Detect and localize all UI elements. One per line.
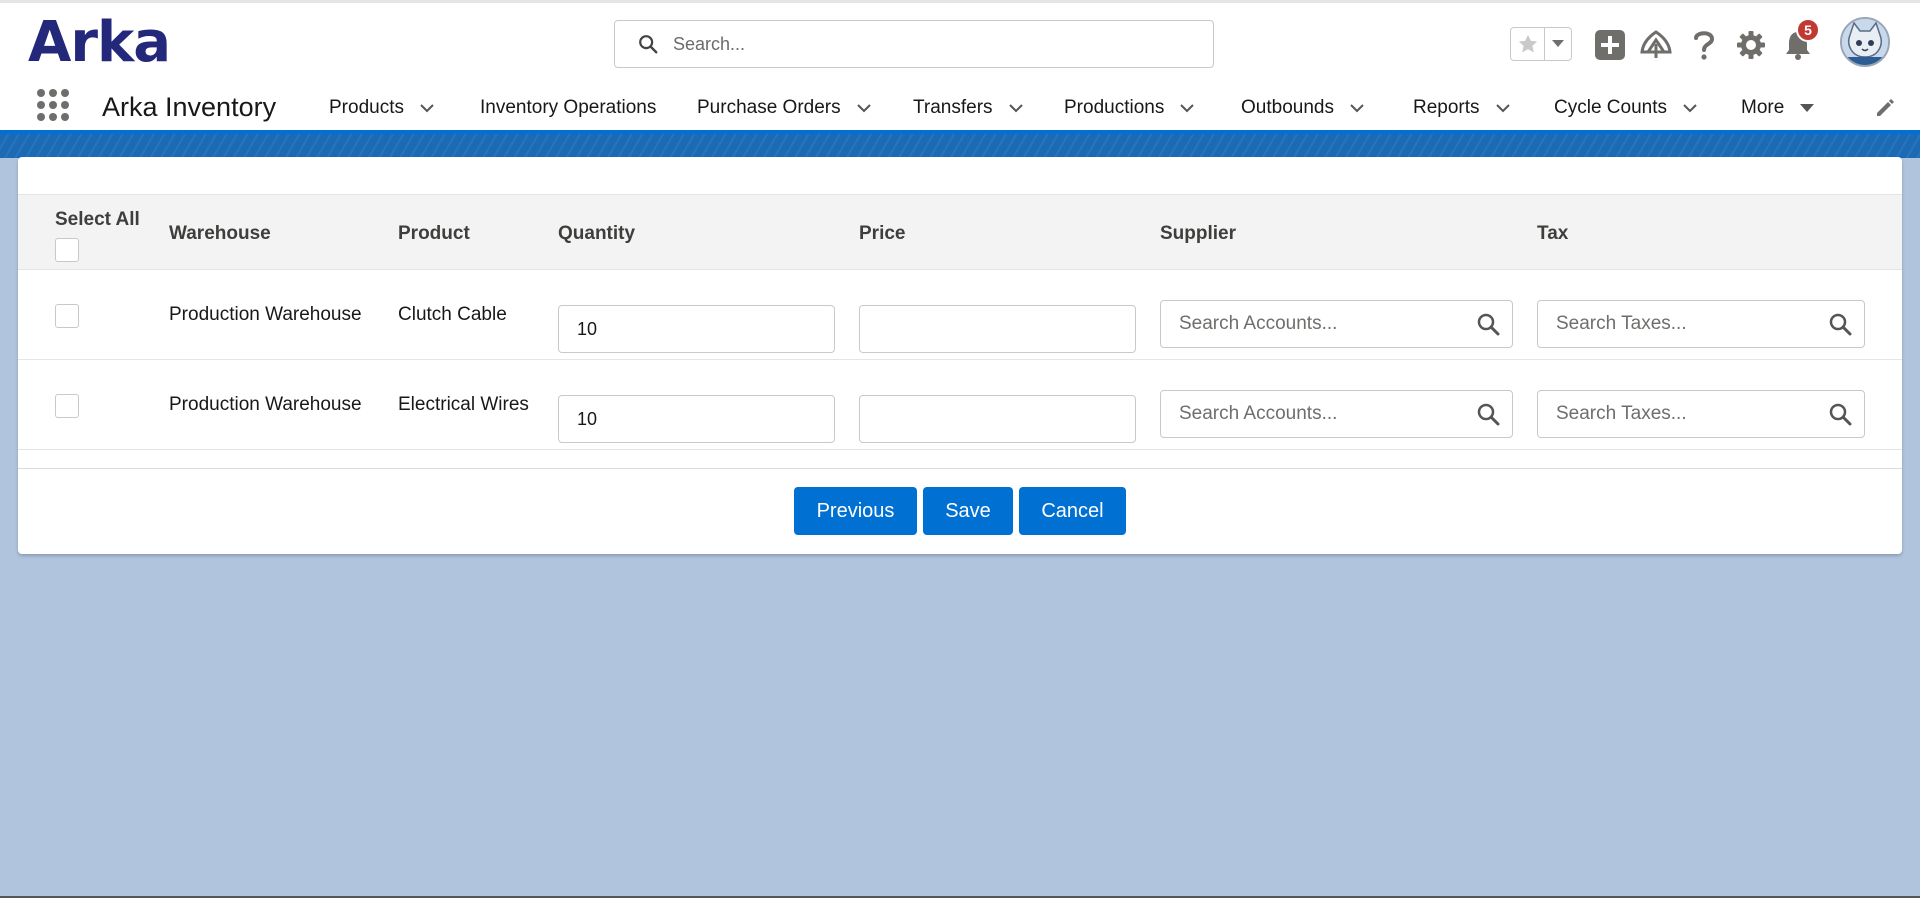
product-cell: Clutch Cable <box>398 304 507 325</box>
tax-search-input[interactable] <box>1538 402 1828 426</box>
search-icon[interactable] <box>1476 402 1500 426</box>
nav-tab-outbounds[interactable]: Outbounds <box>1241 96 1366 120</box>
product-cell: Electrical Wires <box>398 394 529 415</box>
app-launcher-icon[interactable] <box>36 88 70 122</box>
app-navigation-bar: Arka Inventory Products Inventory Operat… <box>0 82 1920 134</box>
column-header-quantity: Quantity <box>558 223 636 244</box>
quantity-input[interactable] <box>558 305 835 353</box>
global-search-input[interactable] <box>671 32 1195 56</box>
column-header-warehouse: Warehouse <box>169 223 271 244</box>
favorites-group <box>1510 27 1572 61</box>
nav-tab-label: Transfers <box>913 97 993 118</box>
search-icon[interactable] <box>1828 312 1852 336</box>
nav-tab-purchase-orders[interactable]: Purchase Orders <box>697 96 873 120</box>
chevron-down-icon[interactable] <box>1681 99 1699 117</box>
nav-tab-label: Purchase Orders <box>697 97 841 118</box>
nav-tab-cycle-counts[interactable]: Cycle Counts <box>1554 96 1699 120</box>
add-icon[interactable] <box>1594 29 1626 61</box>
nav-tab-reports[interactable]: Reports <box>1413 96 1512 120</box>
chevron-down-icon[interactable] <box>1545 28 1571 60</box>
chevron-down-icon[interactable] <box>418 99 436 117</box>
arka-logo[interactable]: Arka <box>28 13 171 73</box>
column-header-price: Price <box>859 223 906 244</box>
chevron-down-icon[interactable] <box>1494 99 1512 117</box>
table-header: Select All Warehouse Product Quantity Pr… <box>18 194 1902 270</box>
nav-tab-label: More <box>1741 97 1785 118</box>
app-name: Arka Inventory <box>102 92 277 122</box>
chevron-down-icon[interactable] <box>1348 99 1366 117</box>
column-header-select-all: Select All <box>55 209 140 230</box>
nav-tab-label: Inventory Operations <box>480 97 657 118</box>
search-icon <box>639 35 658 54</box>
previous-button[interactable]: Previous <box>794 487 917 535</box>
supplier-search-input[interactable] <box>1161 312 1476 336</box>
favorites-star-icon[interactable] <box>1511 28 1546 60</box>
search-icon[interactable] <box>1828 402 1852 426</box>
notification-count-badge: 5 <box>1796 18 1820 42</box>
global-header: Arka 5 <box>0 0 1920 82</box>
supplier-lookup[interactable] <box>1160 390 1513 438</box>
pencil-edit-icon[interactable] <box>1874 97 1896 119</box>
tax-lookup[interactable] <box>1537 300 1865 348</box>
column-header-product: Product <box>398 223 470 244</box>
select-all-checkbox[interactable] <box>55 238 79 262</box>
chevron-down-icon[interactable] <box>1007 99 1025 117</box>
nav-tab-inventory-operations[interactable]: Inventory Operations <box>480 96 656 120</box>
line-items-card: Select All Warehouse Product Quantity Pr… <box>18 157 1902 554</box>
table-row: Production Warehouse Electrical Wires <box>18 360 1902 450</box>
warehouse-cell: Production Warehouse <box>169 304 362 325</box>
supplier-search-input[interactable] <box>1161 402 1476 426</box>
column-header-tax: Tax <box>1537 223 1569 244</box>
nav-tab-label: Cycle Counts <box>1554 97 1667 118</box>
table-row: Production Warehouse Clutch Cable <box>18 270 1902 360</box>
quantity-input[interactable] <box>558 395 835 443</box>
global-search-box[interactable] <box>614 20 1214 68</box>
cancel-button[interactable]: Cancel <box>1019 487 1126 535</box>
decorative-banner <box>0 134 1920 158</box>
search-icon[interactable] <box>1476 312 1500 336</box>
caret-down-icon[interactable] <box>1798 99 1816 117</box>
warehouse-cell: Production Warehouse <box>169 394 362 415</box>
tax-search-input[interactable] <box>1538 312 1828 336</box>
price-input[interactable] <box>859 305 1136 353</box>
trailhead-icon[interactable] <box>1640 29 1672 61</box>
row-select-checkbox[interactable] <box>55 304 79 328</box>
nav-tab-more[interactable]: More <box>1741 96 1816 120</box>
tax-lookup[interactable] <box>1537 390 1865 438</box>
row-select-checkbox[interactable] <box>55 394 79 418</box>
settings-icon[interactable] <box>1735 29 1767 61</box>
nav-tab-transfers[interactable]: Transfers <box>913 96 1025 120</box>
nav-tab-productions[interactable]: Productions <box>1064 96 1196 120</box>
chevron-down-icon[interactable] <box>855 99 873 117</box>
avatar[interactable] <box>1840 17 1890 67</box>
nav-tab-label: Productions <box>1064 97 1165 118</box>
chevron-down-icon[interactable] <box>1178 99 1196 117</box>
save-button[interactable]: Save <box>923 487 1013 535</box>
nav-tab-label: Outbounds <box>1241 97 1334 118</box>
column-header-supplier: Supplier <box>1160 223 1237 244</box>
nav-tab-products[interactable]: Products <box>329 96 436 120</box>
price-input[interactable] <box>859 395 1136 443</box>
nav-tab-label: Reports <box>1413 97 1480 118</box>
supplier-lookup[interactable] <box>1160 300 1513 348</box>
nav-tab-label: Products <box>329 97 404 118</box>
help-icon[interactable] <box>1688 29 1720 61</box>
divider <box>18 468 1902 469</box>
